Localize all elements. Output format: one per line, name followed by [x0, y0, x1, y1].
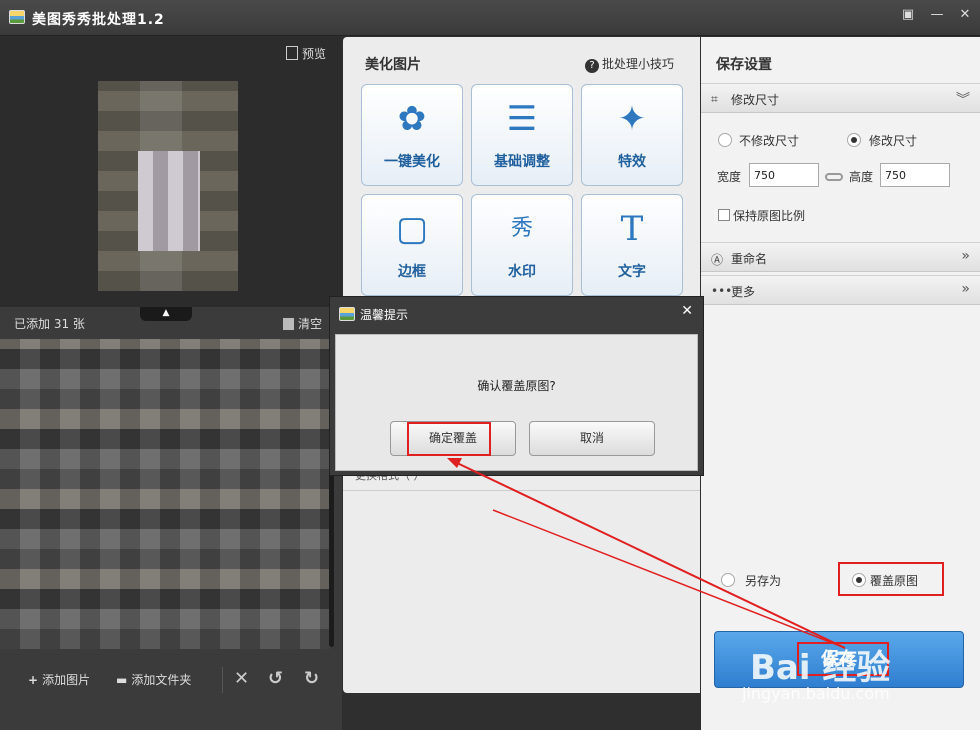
close-button[interactable]: ✕ [953, 6, 977, 24]
keep-ratio-checkbox[interactable] [718, 209, 730, 221]
keep-ratio-label: 保持原图比例 [733, 209, 806, 223]
rotate-left-icon[interactable]: ↺ [268, 668, 283, 689]
add-folder-button[interactable]: ▬ 添加文件夹 [116, 671, 191, 688]
tool-frame[interactable]: ▢ 边框 [361, 194, 463, 296]
text-icon: T [620, 209, 644, 249]
tool-label: 文字 [618, 264, 646, 280]
tool-one-click-beautify[interactable]: ✿ 一键美化 [361, 84, 463, 186]
confirm-dialog: 温馨提示 ✕ 确认覆盖原图? 确定覆盖 取消 [329, 296, 704, 476]
add-image-button[interactable]: + 添加图片 [28, 671, 90, 688]
save-settings-panel: 保存设置 ⌗ 修改尺寸 ︾ 不修改尺寸 修改尺寸 宽度 高度 保持原图比例 Ⓐ … [701, 37, 980, 730]
tool-watermark[interactable]: 秀 水印 [471, 194, 573, 296]
preview-image [98, 81, 238, 291]
width-label: 宽度 [717, 170, 742, 184]
toolbar-divider [222, 667, 223, 693]
cancel-button[interactable]: 取消 [529, 421, 655, 456]
resize-label: 修改尺寸 [869, 134, 918, 148]
tool-label: 边框 [398, 264, 426, 280]
minimize-button[interactable]: — [925, 6, 949, 24]
height-label: 高度 [849, 170, 874, 184]
add-image-label: 添加图片 [42, 673, 91, 687]
sliders-icon: ☰ [506, 99, 538, 139]
overwrite-highlight [838, 562, 944, 596]
link-icon[interactable] [825, 173, 843, 181]
more-icon: ••• [711, 284, 733, 298]
clear-label: 清空 [297, 317, 322, 331]
more-section-label: 更多 [731, 285, 756, 299]
width-input[interactable] [749, 163, 819, 187]
preview-area: 预览 [0, 37, 342, 307]
confirm-highlight [407, 422, 491, 456]
tool-label: 特效 [618, 154, 646, 170]
tool-label: 基础调整 [494, 154, 550, 170]
dialog-title: 温馨提示 [360, 308, 409, 322]
title-bar: 美图秀秀批处理1.2 ▣ — ✕ [0, 0, 980, 36]
tips-link[interactable]: ? 批处理小技巧 [584, 55, 674, 73]
window-title: 美图秀秀批处理1.2 [32, 12, 165, 28]
more-section-header[interactable]: ••• 更多 » [701, 275, 980, 305]
save-as-label: 另存为 [745, 574, 782, 588]
delete-icon[interactable]: ✕ [234, 668, 249, 689]
tool-text[interactable]: T 文字 [581, 194, 683, 296]
app-logo-icon [9, 10, 25, 24]
dialog-message: 确认覆盖原图? [477, 379, 556, 393]
divider [343, 490, 700, 491]
plus-icon: + [28, 673, 39, 687]
no-resize-label: 不修改尺寸 [739, 134, 800, 148]
trash-icon [282, 318, 294, 330]
clear-button[interactable]: 清空 [282, 315, 322, 332]
preview-label: 预览 [301, 47, 326, 61]
crop-icon: ⌗ [711, 92, 718, 106]
rotate-right-icon[interactable]: ↻ [304, 668, 319, 689]
save-as-radio[interactable] [721, 573, 735, 587]
help-icon: ? [584, 59, 599, 73]
watermark-icon: 秀 [510, 216, 533, 241]
magic-wand-icon: ✦ [617, 99, 647, 139]
folder-icon: ▬ [116, 673, 128, 687]
tool-basic-adjust[interactable]: ☰ 基础调整 [471, 84, 573, 186]
rename-section-header[interactable]: Ⓐ 重命名 » [701, 242, 980, 272]
rename-icon: Ⓐ [711, 253, 724, 267]
tips-label: 批处理小技巧 [601, 57, 674, 71]
thumbnail-grid[interactable] [0, 339, 330, 649]
tool-effects[interactable]: ✦ 特效 [581, 84, 683, 186]
dialog-body: 确认覆盖原图? 确定覆盖 取消 [335, 334, 698, 471]
tulip-icon: ✿ [397, 99, 427, 139]
preview-button[interactable]: 预览 [285, 45, 326, 62]
baidu-watermark: Bai 经验 [750, 648, 891, 688]
added-count-bar: 已添加 31 张 清空 [0, 313, 342, 337]
chevron-right-icon: » [961, 281, 970, 297]
chevron-down-icon: ︾ [956, 92, 970, 108]
tool-label: 一键美化 [384, 154, 440, 170]
chevron-right-icon: » [961, 248, 970, 264]
feedback-icon[interactable]: ▣ [896, 6, 920, 24]
save-settings-title: 保存设置 [716, 57, 772, 73]
baidu-watermark-url: jingyan.baidu.com [742, 684, 890, 703]
preview-icon [285, 46, 298, 60]
beautify-title: 美化图片 [365, 57, 421, 73]
height-input[interactable] [880, 163, 950, 187]
rename-section-label: 重命名 [731, 252, 768, 266]
resize-section-header[interactable]: ⌗ 修改尺寸 ︾ [701, 83, 980, 113]
resize-section-label: 修改尺寸 [731, 93, 780, 107]
add-folder-label: 添加文件夹 [131, 673, 192, 687]
tool-label: 水印 [508, 264, 536, 280]
left-toolbar: + 添加图片 ▬ 添加文件夹 ✕ ↺ ↻ [0, 659, 342, 699]
dialog-close-icon[interactable]: ✕ [681, 303, 693, 319]
resize-radio[interactable] [847, 133, 861, 147]
image-list-panel: 预览 ▲ 已添加 31 张 清空 + 添加图片 ▬ 添加文件夹 ✕ ↺ ↻ [0, 37, 342, 730]
added-count-text: 已添加 31 张 [14, 317, 85, 331]
no-resize-radio[interactable] [718, 133, 732, 147]
frame-icon: ▢ [395, 209, 429, 249]
app-logo-icon [339, 307, 355, 321]
